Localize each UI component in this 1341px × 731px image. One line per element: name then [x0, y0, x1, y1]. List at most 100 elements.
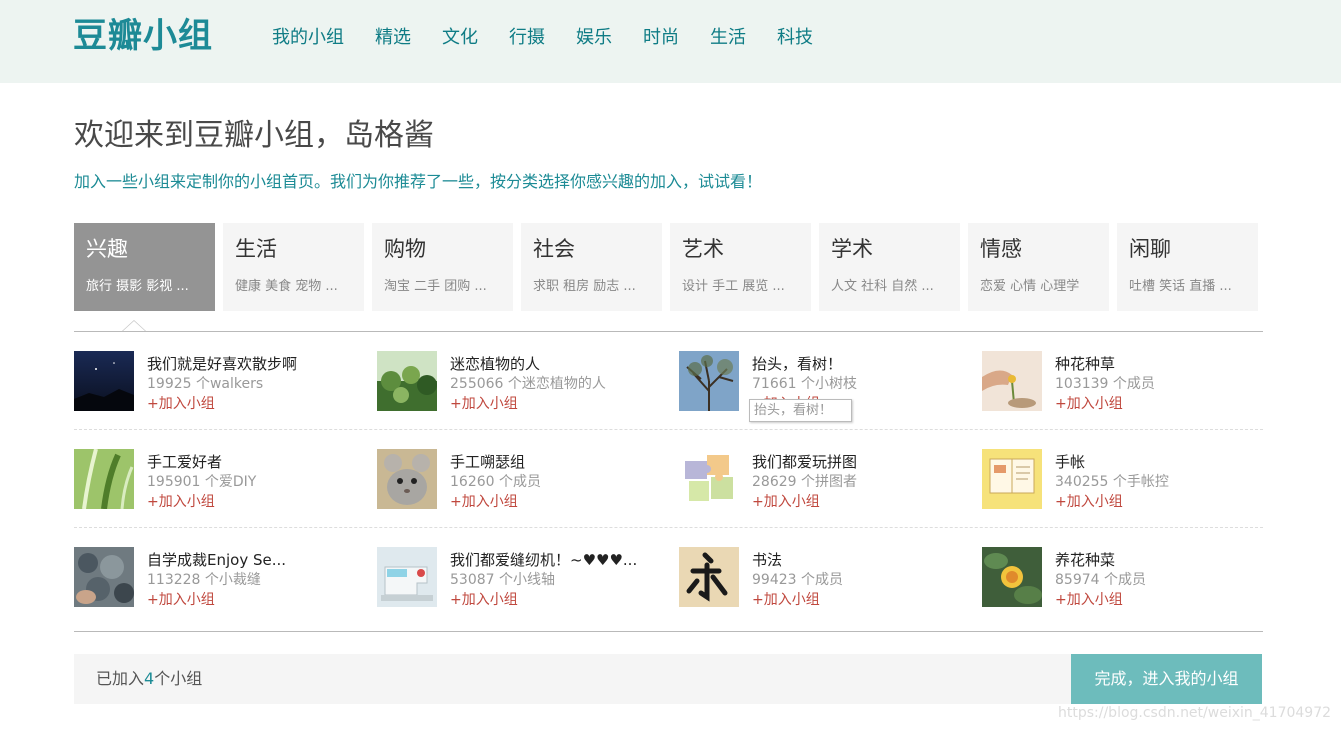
category-tabs: 兴趣 旅行 摄影 影视 ... 生活 健康 美食 宠物 ... 购物 淘宝 二手… [74, 223, 1258, 311]
category-tab-interest[interactable]: 兴趣 旅行 摄影 影视 ... [74, 223, 215, 311]
category-title: 生活 [235, 237, 277, 261]
green-leaves-thumbnail[interactable] [74, 449, 134, 509]
group-card: 我们就是好喜欢散步啊 19925 个walkers +加入小组 [74, 351, 364, 413]
join-group-button[interactable]: +加入小组 [450, 492, 518, 512]
group-name[interactable]: 书法 [752, 550, 782, 570]
member-count: 19925 个walkers [147, 376, 264, 392]
category-tab-art[interactable]: 艺术 设计 手工 展览 ... [670, 223, 811, 311]
group-card: 种花种草 103139 个成员 +加入小组 [982, 351, 1272, 413]
nav-fashion[interactable]: 时尚 [643, 26, 679, 50]
row-divider [74, 429, 1263, 430]
group-name[interactable]: 手工嗍瑟组 [450, 452, 525, 472]
tooltip: 抬头，看树！ [749, 399, 852, 422]
category-subtitle: 恋爱 心情 心理学 [980, 279, 1080, 294]
category-tab-life[interactable]: 生活 健康 美食 宠物 ... [223, 223, 364, 311]
group-name[interactable]: 自学成裁Enjoy Se... [147, 550, 286, 570]
category-title: 社会 [533, 237, 575, 261]
group-card: 养花种菜 85974 个成员 +加入小组 [982, 547, 1272, 609]
member-count: 103139 个成员 [1055, 376, 1155, 392]
group-card: 我们都爱缝纫机！~♥♥♥... 53087 个小线轴 +加入小组 [377, 547, 667, 609]
join-group-button[interactable]: +加入小组 [147, 394, 215, 414]
divider [74, 631, 1263, 632]
group-name[interactable]: 我们都爱玩拼图 [752, 452, 857, 472]
group-card: 我们都爱玩拼图 28629 个拼图者 +加入小组 [679, 449, 969, 511]
joined-prefix: 已加入 [96, 669, 145, 688]
category-tab-shopping[interactable]: 购物 淘宝 二手 团购 ... [372, 223, 513, 311]
divider [74, 331, 1263, 332]
welcome-subtitle: 加入一些小组来定制你的小组首页。我们为你推荐了一些，按分类选择你感兴趣的加入，试… [74, 172, 763, 191]
category-title: 闲聊 [1129, 237, 1171, 261]
group-name[interactable]: 手工爱好者 [147, 452, 222, 472]
yellow-rose-thumbnail[interactable] [982, 547, 1042, 607]
join-group-button[interactable]: +加入小组 [1055, 590, 1123, 610]
nav-my-groups[interactable]: 我的小组 [272, 26, 344, 50]
group-name[interactable]: 养花种菜 [1055, 550, 1115, 570]
group-card: 书法 99423 个成员 +加入小组 [679, 547, 969, 609]
joined-status-bar: 已加入4个小组 [74, 654, 1071, 704]
group-name[interactable]: 抬头，看树！ [752, 354, 842, 374]
category-tab-society[interactable]: 社会 求职 租房 励志 ... [521, 223, 662, 311]
flower-hand-thumbnail[interactable] [982, 351, 1042, 411]
category-title: 情感 [980, 237, 1022, 261]
group-name[interactable]: 我们就是好喜欢散步啊 [147, 354, 297, 374]
category-tab-academic[interactable]: 学术 人文 社科 自然 ... [819, 223, 960, 311]
join-group-button[interactable]: +加入小组 [752, 492, 820, 512]
watermark: https://blog.csdn.net/weixin_41704972 [1058, 705, 1332, 721]
nav-life[interactable]: 生活 [710, 26, 746, 50]
group-card: 手工爱好者 195901 个爱DIY +加入小组 [74, 449, 364, 511]
top-navigation-bar: 豆瓣小组 我的小组 精选 文化 行摄 娱乐 时尚 生活 科技 [0, 0, 1341, 83]
join-group-button[interactable]: +加入小组 [147, 492, 215, 512]
group-name[interactable]: 种花种草 [1055, 354, 1115, 374]
member-count: 16260 个成员 [450, 474, 541, 490]
group-name[interactable]: 手帐 [1055, 452, 1085, 472]
welcome-title: 欢迎来到豆瓣小组，岛格酱 [74, 118, 434, 153]
member-count: 195901 个爱DIY [147, 474, 257, 490]
group-name[interactable]: 我们都爱缝纫机！~♥♥♥... [450, 550, 637, 570]
night-sky-thumbnail[interactable] [74, 351, 134, 411]
group-name[interactable]: 迷恋植物的人 [450, 354, 540, 374]
category-tab-chat[interactable]: 闲聊 吐槽 笑话 直播 ... [1117, 223, 1258, 311]
member-count: 71661 个小树枝 [752, 376, 857, 392]
calligraphy-thumbnail[interactable] [679, 547, 739, 607]
sewing-machine-thumbnail[interactable] [377, 547, 437, 607]
category-subtitle: 淘宝 二手 团购 ... [384, 279, 487, 294]
plants-thumbnail[interactable] [377, 351, 437, 411]
member-count: 28629 个拼图者 [752, 474, 857, 490]
member-count: 85974 个成员 [1055, 572, 1146, 588]
puzzle-thumbnail[interactable] [679, 449, 739, 509]
join-group-button[interactable]: +加入小组 [1055, 492, 1123, 512]
category-subtitle: 健康 美食 宠物 ... [235, 279, 338, 294]
group-card: 手工嗍瑟组 16260 个成员 +加入小组 [377, 449, 667, 511]
joined-count: 4 [144, 669, 155, 688]
join-group-button[interactable]: +加入小组 [752, 590, 820, 610]
nav-tech[interactable]: 科技 [777, 26, 813, 50]
joined-count-text: 已加入4个小组 [96, 668, 202, 690]
chinchilla-thumbnail[interactable] [377, 449, 437, 509]
notebook-thumbnail[interactable] [982, 449, 1042, 509]
nav-culture[interactable]: 文化 [442, 26, 478, 50]
tree-thumbnail[interactable] [679, 351, 739, 411]
category-title: 艺术 [682, 237, 724, 261]
fabric-thumbnail[interactable] [74, 547, 134, 607]
category-tab-emotion[interactable]: 情感 恋爱 心情 心理学 [968, 223, 1109, 311]
group-card: 迷恋植物的人 255066 个迷恋植物的人 +加入小组 [377, 351, 667, 413]
nav-travel[interactable]: 行摄 [509, 26, 545, 50]
member-count: 255066 个迷恋植物的人 [450, 376, 606, 392]
douban-group-logo[interactable]: 豆瓣小组 [73, 14, 213, 58]
nav-featured[interactable]: 精选 [375, 26, 411, 50]
join-group-button[interactable]: +加入小组 [1055, 394, 1123, 414]
done-enter-my-groups-button[interactable]: 完成，进入我的小组 [1071, 654, 1262, 704]
category-title: 学术 [831, 237, 873, 261]
group-card: 自学成裁Enjoy Se... 113228 个小裁缝 +加入小组 [74, 547, 364, 609]
join-group-button[interactable]: +加入小组 [450, 394, 518, 414]
join-group-button[interactable]: +加入小组 [147, 590, 215, 610]
main-nav: 我的小组 精选 文化 行摄 娱乐 时尚 生活 科技 [272, 26, 844, 50]
member-count: 113228 个小裁缝 [147, 572, 261, 588]
member-count: 53087 个小线轴 [450, 572, 555, 588]
category-title: 购物 [384, 237, 426, 261]
join-group-button[interactable]: +加入小组 [450, 590, 518, 610]
group-card: 手帐 340255 个手帐控 +加入小组 [982, 449, 1272, 511]
joined-suffix: 个小组 [154, 669, 203, 688]
nav-entertainment[interactable]: 娱乐 [576, 26, 612, 50]
category-subtitle: 求职 租房 励志 ... [533, 279, 636, 294]
